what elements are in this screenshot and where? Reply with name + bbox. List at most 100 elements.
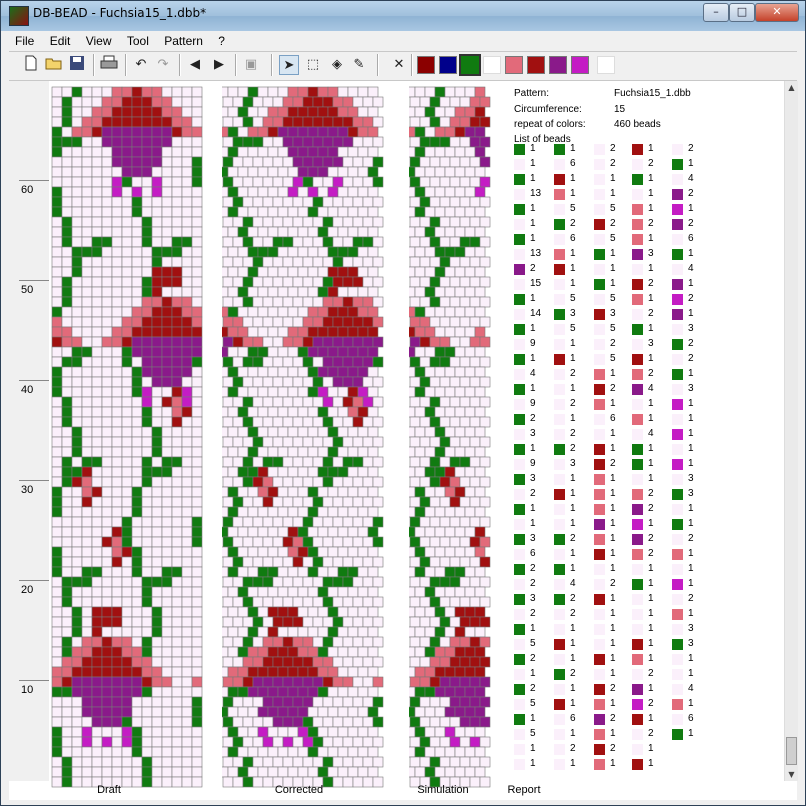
simulation-pane[interactable] <box>409 86 491 788</box>
menu-help[interactable]: ? <box>212 33 231 49</box>
color-swatch-3[interactable] <box>459 54 481 76</box>
bead-color-swatch <box>514 519 525 530</box>
bead-count: 3 <box>570 458 576 469</box>
color-swatch-9[interactable] <box>597 56 615 74</box>
bead-color-swatch <box>672 369 683 380</box>
bead-count: 4 <box>688 173 694 184</box>
bead-color-swatch <box>632 264 643 275</box>
bead-color-swatch <box>594 594 605 605</box>
scroll-thumb[interactable] <box>786 737 797 765</box>
scroll-up-icon[interactable]: ▲ <box>785 81 798 94</box>
bead-count: 2 <box>688 293 694 304</box>
bead-color-swatch <box>594 249 605 260</box>
corrected-pane[interactable] <box>222 86 384 788</box>
bead-count: 1 <box>688 548 694 559</box>
simulation-label: Simulation <box>417 784 469 796</box>
open-icon[interactable] <box>44 55 64 75</box>
simulation-grid[interactable] <box>409 86 491 788</box>
bead-count: 4 <box>688 263 694 274</box>
arrow-right-icon[interactable]: ▶ <box>209 55 229 75</box>
color-swatch-4[interactable] <box>483 56 501 74</box>
pipette-icon[interactable]: ✎ <box>349 55 369 75</box>
pointer-icon[interactable]: ➤ <box>279 55 299 75</box>
bead-count: 3 <box>570 308 576 319</box>
color-swatch-8[interactable] <box>571 56 589 74</box>
bead-count: 3 <box>688 473 694 484</box>
undo-icon[interactable]: ↶ <box>131 55 151 75</box>
menu-pattern[interactable]: Pattern <box>158 33 209 49</box>
bead-color-swatch <box>632 669 643 680</box>
bead-color-swatch <box>594 264 605 275</box>
color-swatch-7[interactable] <box>549 56 567 74</box>
bead-color-swatch <box>554 459 565 470</box>
bead-color-swatch <box>594 684 605 695</box>
new-icon[interactable] <box>21 55 41 75</box>
select-rect-icon[interactable]: ⬚ <box>303 55 323 75</box>
close-button[interactable]: ✕ <box>755 3 799 22</box>
minimize-button[interactable]: – <box>703 3 729 22</box>
bead-color-swatch <box>554 549 565 560</box>
ruler-tick <box>19 380 49 381</box>
print-icon[interactable] <box>99 55 119 75</box>
vertical-scrollbar[interactable]: ▲ ▼ <box>784 81 798 781</box>
bead-color-swatch <box>632 534 643 545</box>
bead-color-swatch <box>514 324 525 335</box>
fill-icon[interactable]: ◈ <box>327 55 347 75</box>
bead-color-swatch <box>514 189 525 200</box>
bead-color-swatch <box>672 414 683 425</box>
bead-count: 2 <box>570 218 576 229</box>
bead-count: 1 <box>688 368 694 379</box>
scroll-down-icon[interactable]: ▼ <box>785 768 798 781</box>
bead-count: 1 <box>610 593 616 604</box>
bead-color-swatch <box>514 414 525 425</box>
bead-color-swatch <box>514 444 525 455</box>
color-swatch-6[interactable] <box>527 56 545 74</box>
bead-count: 1 <box>610 503 616 514</box>
bead-count: 2 <box>530 263 536 274</box>
bead-color-swatch <box>632 309 643 320</box>
bead-count: 1 <box>610 488 616 499</box>
arrow-left-icon[interactable]: ◀ <box>185 55 205 75</box>
bead-count: 1 <box>530 353 536 364</box>
bead-color-swatch <box>672 519 683 530</box>
menu-view[interactable]: View <box>80 33 118 49</box>
bead-color-swatch <box>514 309 525 320</box>
bead-color-swatch <box>594 324 605 335</box>
color-swatch-1[interactable] <box>417 56 435 74</box>
save-icon[interactable] <box>67 55 87 75</box>
bead-count: 4 <box>688 683 694 694</box>
bead-color-swatch <box>632 414 643 425</box>
bead-count: 1 <box>648 233 654 244</box>
bead-count: 2 <box>530 413 536 424</box>
title-bar[interactable]: DB-BEAD - Fuchsia15_1.dbb* – □ ✕ <box>1 1 805 31</box>
paste-icon[interactable]: ▣ <box>241 55 261 75</box>
menu-tool[interactable]: Tool <box>121 33 155 49</box>
menu-file[interactable]: File <box>9 33 40 49</box>
draft-grid[interactable] <box>51 86 203 788</box>
bead-count: 2 <box>610 143 616 154</box>
bead-count: 1 <box>570 188 576 199</box>
repeat-label: repeat of colors: <box>514 119 586 130</box>
corrected-grid[interactable] <box>222 86 384 788</box>
redo-icon[interactable]: ↷ <box>153 55 173 75</box>
bead-count: 5 <box>570 293 576 304</box>
menu-edit[interactable]: Edit <box>44 33 77 49</box>
bead-color-swatch <box>554 714 565 725</box>
bead-count: 1 <box>530 293 536 304</box>
bead-color-swatch <box>554 324 565 335</box>
bead-count: 1 <box>610 548 616 559</box>
draft-pane[interactable] <box>51 86 203 788</box>
bead-count: 1 <box>688 428 694 439</box>
clear-icon[interactable]: ✕ <box>389 55 409 75</box>
bead-color-swatch <box>554 624 565 635</box>
color-swatch-2[interactable] <box>439 56 457 74</box>
bead-count: 1 <box>648 413 654 424</box>
bead-count: 2 <box>648 668 654 679</box>
bead-count: 5 <box>530 638 536 649</box>
bead-color-swatch <box>672 249 683 260</box>
bead-color-swatch <box>594 309 605 320</box>
bead-count: 2 <box>648 548 654 559</box>
maximize-button[interactable]: □ <box>729 3 755 22</box>
bead-color-swatch <box>672 534 683 545</box>
color-swatch-5[interactable] <box>505 56 523 74</box>
